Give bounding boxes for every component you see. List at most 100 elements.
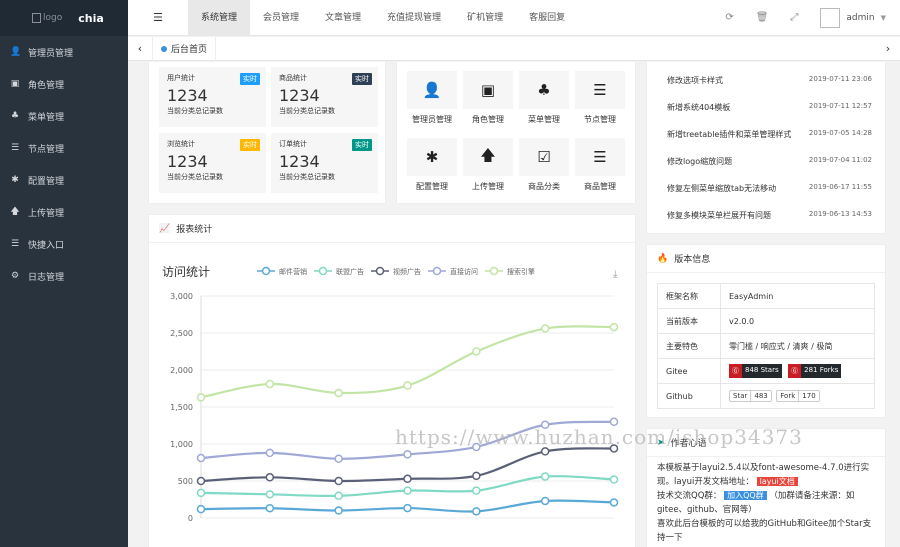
sidebar-item-2[interactable]: ♣ 菜单管理 xyxy=(0,100,128,132)
notice-item[interactable]: 修改选项卡样式 2019-07-11 23:06 xyxy=(667,75,872,86)
quick-entry[interactable]: ✱ 配置管理 xyxy=(407,138,457,192)
line-chart-icon: 📈 xyxy=(159,223,171,234)
sidebar-item-6[interactable]: ☰ 快捷入口 xyxy=(0,228,128,260)
sidebar-menu: 👤 管理员管理 ▣ 角色管理 ♣ 菜单管理 ☰ 节点管理 ✱ 配置管理 🡅 上传管理 ☰ 快捷入口 ⚙ 日志管… xyxy=(0,36,128,292)
stat-value: 1234 xyxy=(279,152,320,171)
quick-entry[interactable]: ▣ 角色管理 xyxy=(463,71,513,125)
quick-entry[interactable]: 👤 管理员管理 xyxy=(407,71,457,125)
sidebar-item-4[interactable]: ✱ 配置管理 xyxy=(0,164,128,196)
y-tick-label: 1,500 xyxy=(170,403,193,412)
menu-toggle-icon[interactable]: ☰ xyxy=(128,11,188,24)
notice-card: 修改选项卡样式 2019-07-11 23:06 新增系统404模板 2019-07-… xyxy=(646,62,886,234)
tab-scroll-right-icon[interactable]: › xyxy=(876,42,900,55)
top-header: ☰ 系统管理 会员管理 文章管理 充值提现管理 矿机管理 客服回复 ⟳ 🗑 ⤢ admin… xyxy=(128,0,900,36)
notice-item[interactable]: 修复多模块菜单栏展开有问题 2019-06-13 14:53 xyxy=(667,210,872,221)
sidebar: logo chia 👤 管理员管理 ▣ 角色管理 ♣ 菜单管理 ☰ 节点管理 ✱ 配置管理 🡅 上传管… xyxy=(0,0,128,547)
github-fork-button[interactable]: Fork 170 xyxy=(776,390,820,402)
data-point xyxy=(403,450,412,459)
data-point xyxy=(196,393,206,402)
data-point xyxy=(196,504,206,514)
y-tick-label: 2,500 xyxy=(170,329,193,338)
stat-sub: 当前分类总记录数 xyxy=(279,173,335,181)
sidebar-item-0[interactable]: 👤 管理员管理 xyxy=(0,36,128,68)
layui-doc-link[interactable]: layui文档 xyxy=(756,477,798,486)
avatar xyxy=(820,7,841,28)
fullscreen-icon[interactable]: ⤢ xyxy=(790,12,798,23)
quick-entry[interactable]: ♣ 菜单管理 xyxy=(519,71,569,125)
quick-entry[interactable]: ☰ 商品管理 xyxy=(575,138,625,192)
gitee-key: Gitee xyxy=(657,358,721,384)
logo-area[interactable]: logo chia xyxy=(0,0,128,36)
notice-item[interactable]: 新增系统404模板 2019-07-11 12:57 xyxy=(667,102,872,113)
header-tab-0[interactable]: 系统管理 xyxy=(188,0,251,36)
main-content: 用户统计 实时 1234 当前分类总记录数 商品统计 实时 1234 当前分类总记录数 浏览统计… xyxy=(128,62,900,547)
caret-down-icon: ▼ xyxy=(880,13,886,22)
list-icon: ☰ xyxy=(575,71,625,109)
report-card: 📈 报表统计 访问统计 ⤓ 邮件营销 联盟广告 视频广告 直接访问 搜索引擎 0 500 1,00… xyxy=(148,214,636,547)
data-point xyxy=(334,476,343,486)
stat-box: 订单统计 实时 1234 当前分类总记录数 xyxy=(271,133,378,193)
stat-sub: 当前分类总记录数 xyxy=(167,107,223,115)
version-row-github: Github Star 483 Fork 170 xyxy=(657,383,875,409)
join-qq-button[interactable]: 加入QQ群 xyxy=(724,491,767,500)
calendar-check-icon: ☑ xyxy=(519,138,569,176)
header-tab-5[interactable]: 客服回复 xyxy=(516,0,578,36)
sidebar-item-1[interactable]: ▣ 角色管理 xyxy=(0,68,128,100)
notice-title: 新增treetable插件和菜单管理样式 xyxy=(667,130,792,139)
tab-home[interactable]: 后台首页 xyxy=(152,36,217,61)
data-point xyxy=(403,486,412,495)
header-tab-2[interactable]: 文章管理 xyxy=(312,0,374,36)
sidebar-item-5[interactable]: 🡅 上传管理 xyxy=(0,196,128,228)
data-point xyxy=(403,381,412,390)
data-point xyxy=(403,474,412,484)
data-point xyxy=(334,506,343,515)
quick-entry[interactable]: ☑ 商品分类 xyxy=(519,138,569,192)
quick-entry-label: 配置管理 xyxy=(416,182,448,191)
header-tab-1[interactable]: 会员管理 xyxy=(250,0,312,36)
stat-sub: 当前分类总记录数 xyxy=(279,107,335,115)
quick-entry-label: 节点管理 xyxy=(584,115,616,124)
legend-label: 联盟广告 xyxy=(336,267,364,276)
quick-entry-label: 菜单管理 xyxy=(528,115,560,124)
user-menu[interactable]: admin ▼ xyxy=(820,7,886,28)
header-tabs: 系统管理 会员管理 文章管理 充值提现管理 矿机管理 客服回复 xyxy=(188,0,578,36)
notice-item[interactable]: 修复左侧菜单缩放tab无法移动 2019-06-17 11:55 xyxy=(667,183,872,194)
quick-entry[interactable]: ☰ 节点管理 xyxy=(575,71,625,125)
header-tab-4[interactable]: 矿机管理 xyxy=(454,0,516,36)
sidebar-item-7[interactable]: ⚙ 日志管理 xyxy=(0,260,128,292)
data-point xyxy=(265,503,275,513)
user-icon: 👤 xyxy=(407,71,457,109)
stat-sub: 当前分类总记录数 xyxy=(167,173,223,181)
legend-marker xyxy=(489,266,499,276)
header-tab-3[interactable]: 充值提现管理 xyxy=(374,0,454,36)
gitee-forks-badge[interactable]: Ⓖ 281 Forks xyxy=(788,364,842,378)
list-icon: ☰ xyxy=(10,143,20,153)
data-point xyxy=(334,491,343,501)
notice-item[interactable]: 新增treetable插件和菜单管理样式 2019-07-05 14:28 xyxy=(667,129,872,140)
data-point xyxy=(196,476,206,486)
sidebar-item-label: 管理员管理 xyxy=(28,48,74,59)
refresh-icon[interactable]: ⟳ xyxy=(725,12,733,23)
sidebar-item-3[interactable]: ☰ 节点管理 xyxy=(0,132,128,164)
github-star-button[interactable]: Star 483 xyxy=(729,390,772,402)
data-point xyxy=(609,498,619,507)
data-point xyxy=(540,472,550,481)
arrow-up-icon: 🡅 xyxy=(463,138,513,176)
username: admin xyxy=(846,12,875,23)
about-text: 本模板基于layui2.5.4以及font-awesome-4.7.0进行实现。… xyxy=(657,463,872,543)
data-point xyxy=(472,471,481,481)
notice-item[interactable]: 修改logo缩放问题 2019-07-04 11:02 xyxy=(667,156,872,167)
data-point xyxy=(265,490,275,499)
y-tick-label: 2,000 xyxy=(170,366,193,375)
github-key: Github xyxy=(657,383,721,409)
legend-marker xyxy=(432,266,442,276)
legend-label: 搜索引擎 xyxy=(507,267,535,276)
tree-icon: ♣ xyxy=(10,111,20,121)
gitee-stars-badge[interactable]: Ⓖ 848 Stars xyxy=(729,364,782,378)
tab-scroll-left-icon[interactable]: ‹ xyxy=(128,42,152,55)
version-header: 🔥 版本信息 xyxy=(647,245,885,273)
version-row: 当前版本 v2.0.0 xyxy=(657,308,875,334)
data-point xyxy=(472,507,481,516)
quick-entry[interactable]: 🡅 上传管理 xyxy=(463,138,513,192)
trash-icon[interactable]: 🗑 xyxy=(756,12,769,23)
